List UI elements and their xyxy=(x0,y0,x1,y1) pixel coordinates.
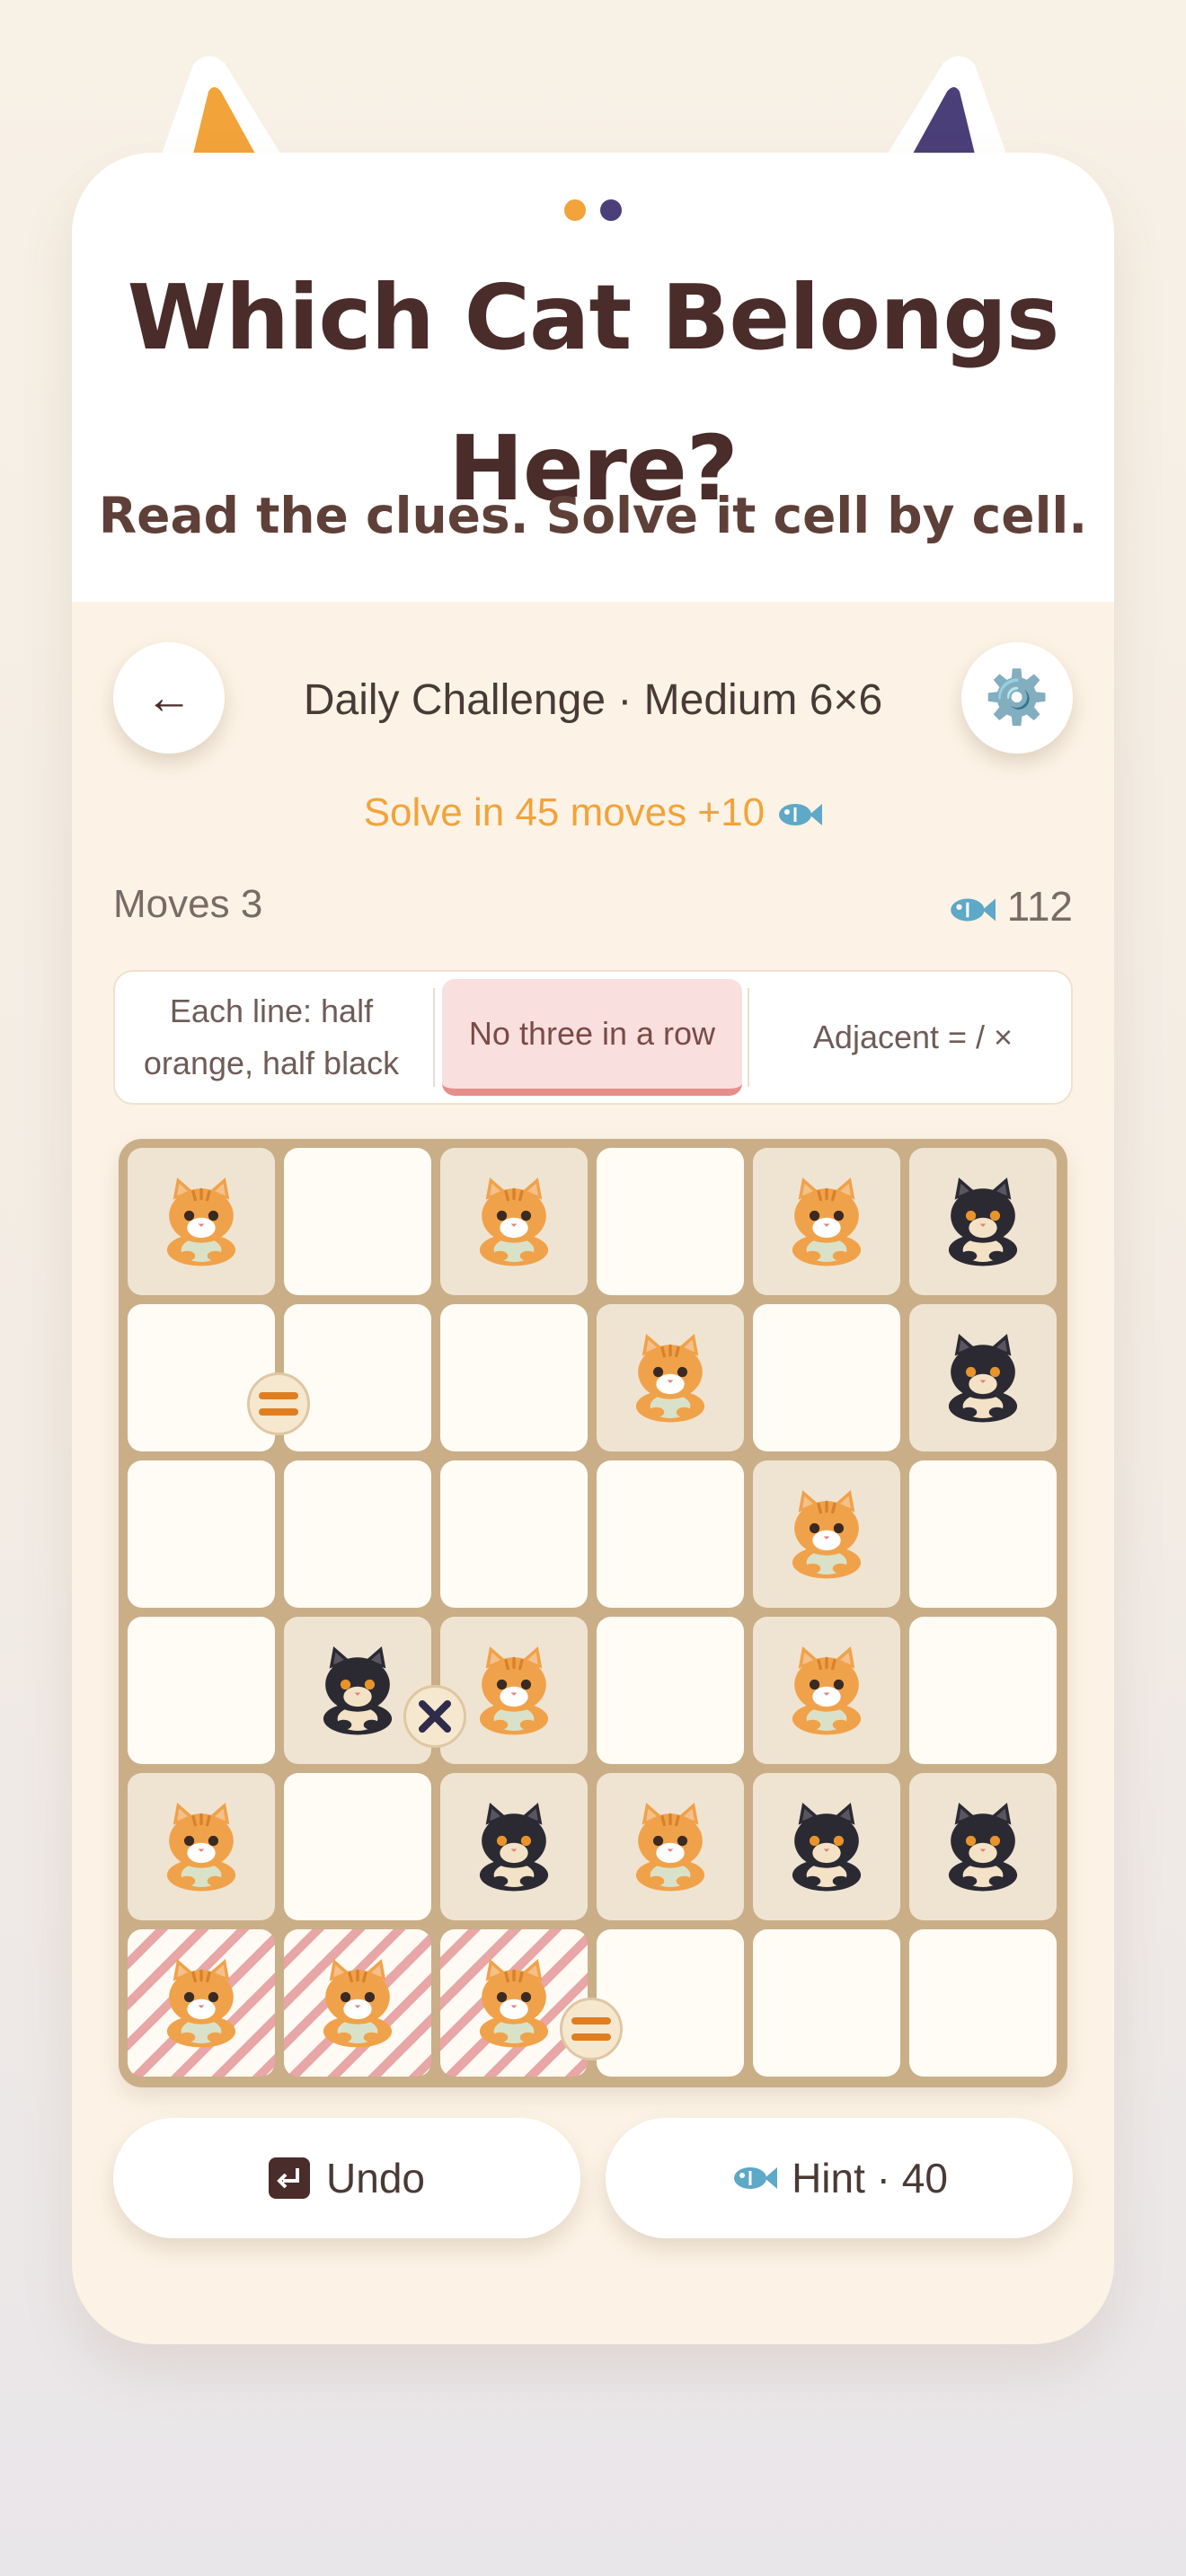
orange-cat-icon xyxy=(151,1169,252,1275)
orange-cat-icon xyxy=(307,1951,408,2056)
page-dots xyxy=(72,199,1114,225)
board-cell-r5c3[interactable] xyxy=(440,1773,588,1920)
board-cell-r6c4[interactable] xyxy=(597,1929,744,2077)
mode-label: Daily Challenge · Medium 6×6 xyxy=(303,676,883,724)
board-cell-r5c4[interactable] xyxy=(597,1773,744,1920)
board-cell-r4c6[interactable] xyxy=(909,1617,1057,1764)
orange-cat-icon xyxy=(620,1326,721,1431)
board-cell-r1c2[interactable] xyxy=(284,1148,431,1295)
board-cell-r4c1[interactable] xyxy=(128,1617,275,1764)
reward-text: Solve in 45 moves +10 xyxy=(363,790,766,834)
moves-counter: Moves 3 xyxy=(113,882,263,926)
orange-cat-icon xyxy=(464,1951,564,2056)
black-cat-icon xyxy=(933,1326,1033,1431)
orange-cat-icon xyxy=(464,1638,564,1743)
gear-icon: ⚙️ xyxy=(984,668,1050,727)
board-cell-r2c5[interactable] xyxy=(753,1304,900,1451)
board-cell-r5c2[interactable] xyxy=(284,1773,431,1920)
orange-cat-icon xyxy=(776,1482,877,1587)
rule-tab-half-split[interactable]: Each line: half orange, half black xyxy=(115,972,428,1103)
board-cell-r2c3[interactable] xyxy=(440,1304,588,1451)
page-dot-orange xyxy=(563,199,586,221)
game-card: Which Cat Belongs Here? Read the clues. … xyxy=(72,153,1114,2344)
board-cell-r3c1[interactable] xyxy=(128,1460,275,1608)
board-cell-r2c2[interactable] xyxy=(284,1304,431,1451)
board-cell-r3c6[interactable] xyxy=(909,1460,1057,1608)
black-cat-icon xyxy=(307,1638,408,1743)
undo-icon xyxy=(269,2157,311,2199)
orange-cat-icon xyxy=(151,1951,252,2056)
fish-coin-counter: 112 xyxy=(947,882,1073,931)
board-cell-r3c2[interactable] xyxy=(284,1460,431,1608)
black-cat-icon xyxy=(776,1795,877,1900)
board-cell-r3c5[interactable] xyxy=(753,1460,900,1608)
equal-clue-icon xyxy=(247,1372,310,1435)
rule-divider xyxy=(433,988,435,1087)
board-cell-r5c1[interactable] xyxy=(128,1773,275,1920)
board-cell-r6c3[interactable] xyxy=(440,1929,588,2077)
undo-label: Undo xyxy=(326,2155,425,2201)
hint-label: Hint · 40 xyxy=(792,2155,948,2201)
board-cell-r4c5[interactable] xyxy=(753,1617,900,1764)
board-cell-r6c6[interactable] xyxy=(909,1929,1057,2077)
board-cell-r3c4[interactable] xyxy=(597,1460,744,1608)
rule-tabs: Each line: half orange, half black No th… xyxy=(113,970,1073,1105)
header-panel: Which Cat Belongs Here? Read the clues. … xyxy=(72,153,1114,602)
puzzle-grid xyxy=(128,1148,1058,2078)
fish-coin-count: 112 xyxy=(1006,883,1073,930)
orange-cat-icon xyxy=(151,1795,252,1900)
board-cell-r6c2[interactable] xyxy=(284,1929,431,2077)
board-cell-r3c3[interactable] xyxy=(440,1460,588,1608)
board-cell-r2c1[interactable] xyxy=(128,1304,275,1451)
fish-icon xyxy=(734,2167,778,2189)
fish-coin-icon xyxy=(951,898,996,922)
page-subtitle: Read the clues. Solve it cell by cell. xyxy=(98,487,1088,544)
black-cat-icon xyxy=(464,1795,564,1900)
orange-cat-icon xyxy=(464,1169,564,1275)
back-button[interactable]: ← xyxy=(113,642,225,754)
board-cell-r6c1[interactable] xyxy=(128,1929,275,2077)
equal-clue-icon xyxy=(560,1998,623,2060)
board-cell-r1c6[interactable] xyxy=(909,1148,1057,1295)
board-cell-r6c5[interactable] xyxy=(753,1929,900,2077)
board-cell-r1c4[interactable] xyxy=(597,1148,744,1295)
page-dot-purple xyxy=(600,199,623,221)
orange-cat-icon xyxy=(776,1169,877,1275)
rule-tab-adjacent[interactable]: Adjacent = / × xyxy=(753,972,1073,1103)
black-cat-icon xyxy=(933,1795,1033,1900)
black-cat-icon xyxy=(933,1169,1033,1275)
board-cell-r1c3[interactable] xyxy=(440,1148,588,1295)
board-cell-r5c5[interactable] xyxy=(753,1773,900,1920)
rule-divider xyxy=(748,988,749,1087)
fish-icon xyxy=(779,804,823,826)
board-cell-r4c2[interactable] xyxy=(284,1617,431,1764)
hint-button[interactable]: Hint · 40 xyxy=(606,2118,1073,2238)
puzzle-board xyxy=(119,1139,1067,2087)
orange-cat-icon xyxy=(620,1795,721,1900)
back-arrow-icon: ← xyxy=(146,672,192,724)
undo-button[interactable]: Undo xyxy=(113,2118,580,2238)
board-cell-r1c5[interactable] xyxy=(753,1148,900,1295)
settings-button[interactable]: ⚙️ xyxy=(961,642,1073,754)
board-cell-r1c1[interactable] xyxy=(128,1148,275,1295)
board-cell-r2c6[interactable] xyxy=(909,1304,1057,1451)
board-cell-r2c4[interactable] xyxy=(597,1304,744,1451)
orange-cat-icon xyxy=(776,1638,877,1743)
reward-banner: Solve in 45 moves +10 xyxy=(72,790,1114,835)
board-cell-r4c4[interactable] xyxy=(597,1617,744,1764)
board-cell-r4c3[interactable] xyxy=(440,1617,588,1764)
board-cell-r5c6[interactable] xyxy=(909,1773,1057,1920)
rule-tab-no-three[interactable]: No three in a row xyxy=(442,979,742,1096)
cross-clue-icon xyxy=(403,1685,466,1748)
